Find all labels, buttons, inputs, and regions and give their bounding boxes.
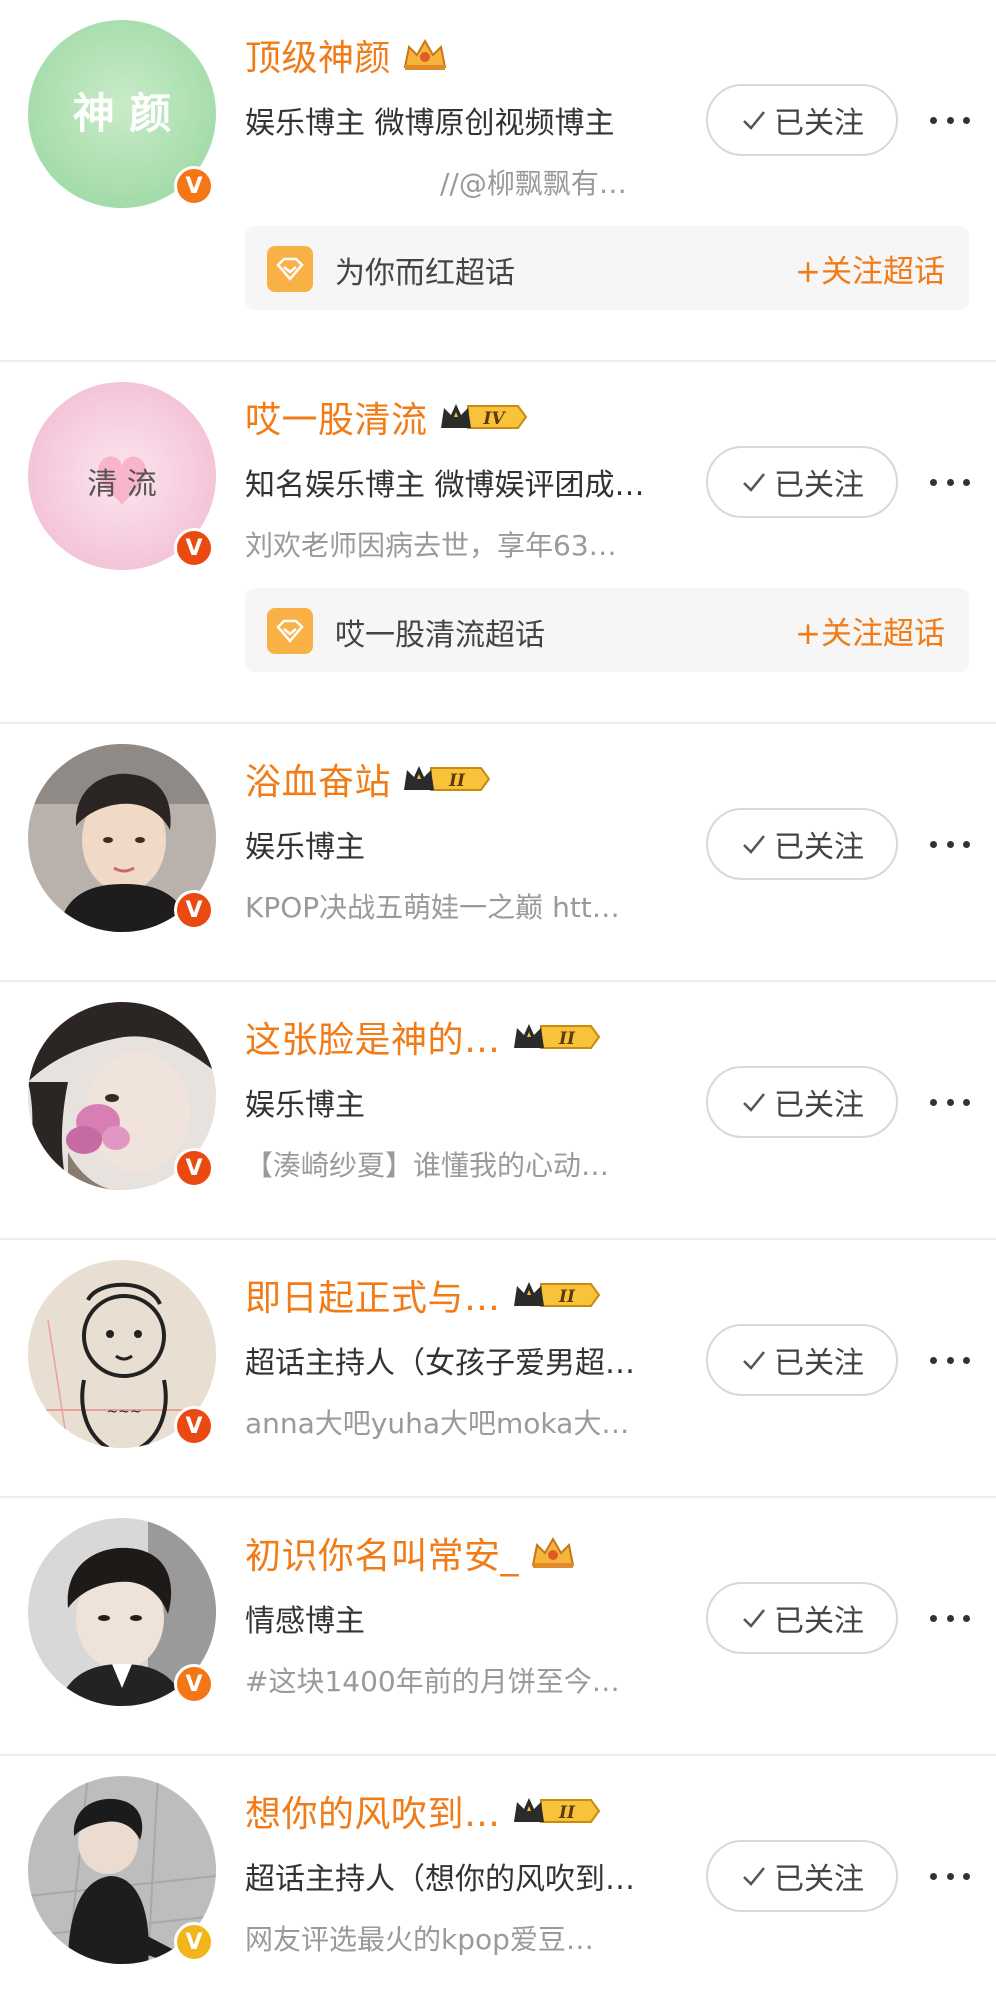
followed-label: 已关注 — [774, 830, 864, 865]
avatar-text: 清 流 — [87, 467, 157, 502]
crown-level-icon: IV — [438, 400, 528, 434]
user-name[interactable]: 想你的风吹到… — [245, 1785, 501, 1837]
super-topic-icon — [267, 246, 313, 292]
check-icon — [743, 1867, 765, 1886]
verified-icon: V — [174, 528, 214, 568]
followed-label: 已关注 — [774, 1862, 864, 1897]
user-name[interactable]: 即日起正式与… — [245, 1269, 501, 1321]
user-description: 情感博主 — [245, 1604, 365, 1639]
avatar-text: 神 颜 — [73, 89, 172, 138]
followed-label: 已关注 — [774, 468, 864, 503]
user-name[interactable]: 初识你名叫常安_ — [245, 1527, 519, 1579]
user-name[interactable]: 哎一股清流 — [245, 391, 428, 443]
latest-post[interactable]: KPOP决战五萌娃一之巅 htt… — [245, 886, 620, 926]
crown-level-icon: II — [401, 762, 491, 796]
latest-post[interactable]: anna大吧yuha大吧moka大… — [245, 1402, 629, 1442]
followed-label: 已关注 — [774, 1346, 864, 1381]
list-item[interactable]: V 浴血奋站 II 娱乐博主 KPOP决战五萌娃一之巅 htt… 已关注 — [0, 724, 996, 980]
follow-super-topic-button[interactable]: +关注超话 — [795, 246, 945, 291]
more-icon[interactable] — [930, 1864, 970, 1888]
followed-button[interactable]: 已关注 — [706, 84, 898, 156]
more-icon[interactable] — [930, 832, 970, 856]
more-icon[interactable] — [930, 108, 970, 132]
verified-icon: V — [174, 1664, 214, 1704]
followed-label: 已关注 — [774, 1604, 864, 1639]
list-item[interactable]: V 想你的风吹到… II 超话主持人（想你的风吹到… 网友评选最火的kpop爱豆… — [0, 1756, 996, 2012]
crown-level-icon: II — [511, 1020, 601, 1054]
latest-post[interactable]: 【湊崎纱夏】谁懂我的心动… — [245, 1144, 609, 1184]
svg-text:~~~: ~~~ — [106, 1404, 141, 1420]
followed-label: 已关注 — [774, 106, 864, 141]
verified-icon: V — [174, 1406, 214, 1446]
user-name[interactable]: 顶级神颜 — [245, 29, 391, 81]
user-description: 娱乐博主 微博原创视频博主 — [245, 106, 615, 141]
user-description: 知名娱乐博主 微博娱评团成… — [245, 468, 645, 503]
check-icon — [743, 1609, 765, 1628]
super-topic-icon — [267, 608, 313, 654]
super-topic-card[interactable]: 哎一股清流超话 +关注超话 — [245, 588, 969, 672]
crown-level-icon: II — [511, 1278, 601, 1312]
list-item[interactable]: 神 颜 V 顶级神颜 娱乐博主 微博原创视频博主 //@柳飘飘有… 已关注 为你… — [0, 0, 996, 360]
check-icon — [743, 111, 765, 130]
followed-button[interactable]: 已关注 — [706, 1066, 898, 1138]
crown-icon — [529, 1535, 577, 1571]
followed-button[interactable]: 已关注 — [706, 1324, 898, 1396]
verified-icon: V — [174, 1148, 214, 1188]
user-name[interactable]: 浴血奋站 — [245, 753, 391, 805]
check-icon — [743, 1351, 765, 1370]
svg-text:II: II — [448, 771, 466, 791]
followed-label: 已关注 — [774, 1088, 864, 1123]
more-icon[interactable] — [930, 1606, 970, 1630]
latest-post[interactable]: 刘欢老师因病去世，享年63… — [245, 524, 617, 564]
latest-post[interactable]: //@柳飘飘有… — [440, 162, 627, 202]
list-item[interactable]: V 初识你名叫常安_ 情感博主 #这块1400年前的月饼至今… 已关注 — [0, 1498, 996, 1754]
verified-icon: V — [174, 1922, 214, 1962]
more-icon[interactable] — [930, 1348, 970, 1372]
check-icon — [743, 835, 765, 854]
super-topic-card[interactable]: 为你而红超话 +关注超话 — [245, 226, 969, 310]
check-icon — [743, 473, 765, 492]
followed-button[interactable]: 已关注 — [706, 1840, 898, 1912]
followed-button[interactable]: 已关注 — [706, 808, 898, 880]
followed-button[interactable]: 已关注 — [706, 446, 898, 518]
list-item[interactable]: ~~~ V 即日起正式与… II 超话主持人（女孩子爱男超… anna大吧yuh… — [0, 1240, 996, 1496]
more-icon[interactable] — [930, 1090, 970, 1114]
super-topic-name: 为你而红超话 — [335, 256, 515, 291]
following-list: 神 颜 V 顶级神颜 娱乐博主 微博原创视频博主 //@柳飘飘有… 已关注 为你… — [0, 0, 996, 2012]
user-description: 超话主持人（想你的风吹到… — [245, 1862, 635, 1897]
crown-icon — [401, 37, 449, 73]
svg-text:II: II — [558, 1287, 576, 1307]
user-description: 娱乐博主 — [245, 1088, 365, 1123]
super-topic-name: 哎一股清流超话 — [335, 618, 545, 653]
follow-super-topic-button[interactable]: +关注超话 — [795, 608, 945, 653]
check-icon — [743, 1093, 765, 1112]
svg-text:II: II — [558, 1803, 576, 1823]
svg-text:II: II — [558, 1029, 576, 1049]
svg-text:IV: IV — [482, 409, 506, 429]
more-icon[interactable] — [930, 470, 970, 494]
latest-post[interactable]: 网友评选最火的kpop爱豆… — [245, 1918, 594, 1958]
latest-post[interactable]: #这块1400年前的月饼至今… — [245, 1660, 620, 1700]
verified-icon: V — [174, 890, 214, 930]
crown-level-icon: II — [511, 1794, 601, 1828]
list-item[interactable]: V 这张脸是神的… II 娱乐博主 【湊崎纱夏】谁懂我的心动… 已关注 — [0, 982, 996, 1238]
followed-button[interactable]: 已关注 — [706, 1582, 898, 1654]
verified-icon: V — [174, 166, 214, 206]
user-description: 娱乐博主 — [245, 830, 365, 865]
user-description: 超话主持人（女孩子爱男超… — [245, 1346, 635, 1381]
list-item[interactable]: 清 流 V 哎一股清流 IV 知名娱乐博主 微博娱评团成… 刘欢老师因病去世，享… — [0, 362, 996, 722]
user-name[interactable]: 这张脸是神的… — [245, 1011, 501, 1063]
